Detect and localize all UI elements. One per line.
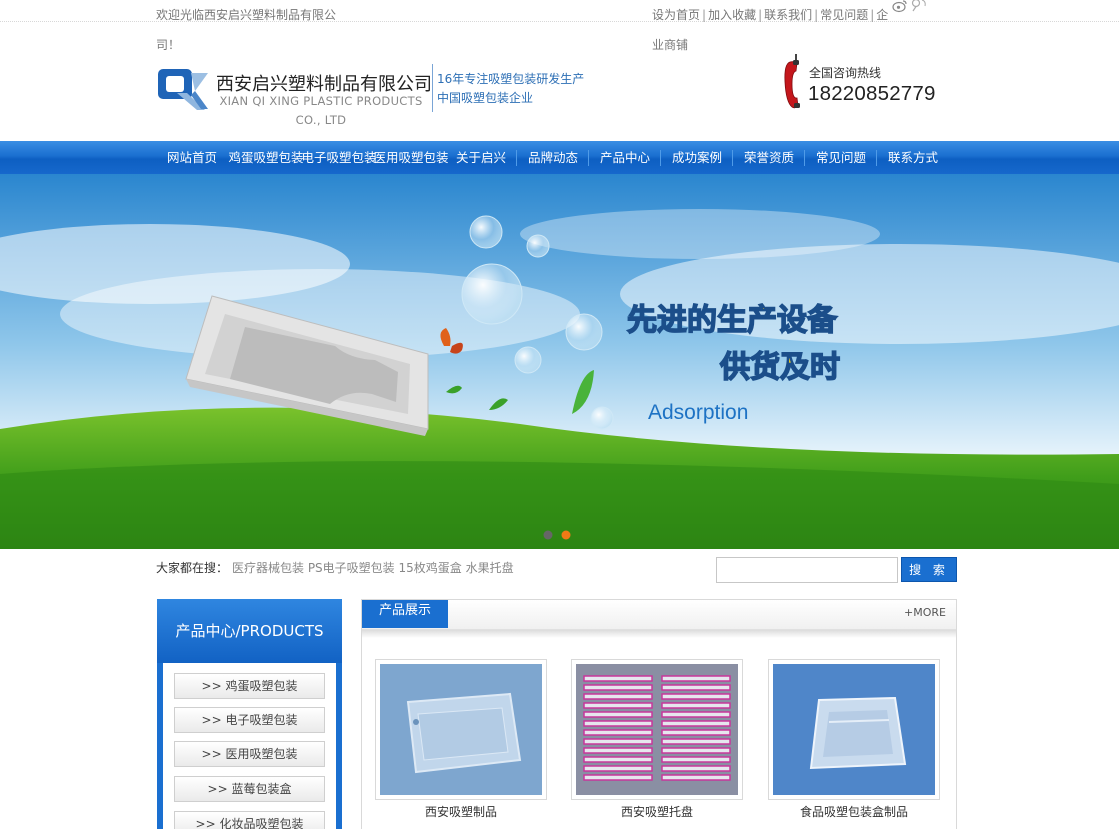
banner-headline-2: 供货及时	[719, 350, 840, 385]
nav-egg-packaging[interactable]: 鸡蛋吸塑包装	[228, 141, 304, 174]
main-nav: 网站首页 鸡蛋吸塑包装 电子吸塑包装 医用吸塑包装 关于启兴 品牌动态 产品中心…	[0, 141, 1119, 174]
sidebar-item-blueberry[interactable]: >> 蓝莓包装盒	[174, 776, 325, 802]
hotline-label: 全国咨询热线	[809, 66, 882, 80]
search-button[interactable]: 搜 索	[901, 557, 957, 582]
product-image	[576, 664, 738, 795]
hotline-number: 18220852779	[808, 82, 936, 105]
product-image	[380, 664, 542, 795]
more-link[interactable]: +MORE	[904, 606, 946, 619]
showcase-header: 产品展示 +MORE	[362, 600, 956, 630]
company-name-en: XIAN QI XING PLASTIC PRODUCTS CO., LTD	[219, 94, 423, 127]
nav-faq[interactable]: 常见问题	[815, 141, 867, 174]
banner-headline-1: 先进的生产设备	[627, 303, 838, 338]
search-row: 大家都在搜： 医疗器械包装 PS电子吸塑包装 15枚鸡蛋盒 水果托盘 搜 索	[156, 552, 957, 583]
nav-electronic-packaging[interactable]: 电子吸塑包装	[301, 141, 377, 174]
header-shadow	[362, 630, 956, 638]
hot-search-label: 大家都在搜：	[156, 561, 229, 575]
nav-separator	[588, 150, 589, 166]
sidebar-item-electronic[interactable]: >> 电子吸塑包装	[174, 707, 325, 733]
header-divider	[432, 64, 433, 112]
top-links: 设为首页 | 加入收藏 | 联系我们 | 常见问题 | 企业商铺	[652, 8, 889, 52]
product-name[interactable]: 西安吸塑托盘	[571, 803, 743, 820]
product-card[interactable]	[768, 659, 940, 800]
banner-tagline: Adsorption	[648, 401, 748, 424]
product-card[interactable]	[571, 659, 743, 800]
slide-dot-2[interactable]	[561, 530, 571, 540]
contact-us-link[interactable]: 联系我们	[764, 8, 812, 22]
slide-dot-1[interactable]	[543, 530, 553, 540]
nav-cases[interactable]: 成功案例	[671, 141, 723, 174]
sidebar-item-cosmetics[interactable]: >> 化妆品吸塑包装	[174, 811, 325, 829]
nav-brand-news[interactable]: 品牌动态	[527, 141, 579, 174]
slogan-line-1: 16年专注吸塑包装研发生产	[437, 72, 585, 86]
welcome-text: 欢迎光临西安启兴塑料制品有限公司！	[156, 8, 337, 52]
product-name[interactable]: 食品吸塑包装盒制品	[768, 803, 940, 820]
product-sidebar: 产品中心/PRODUCTS >> 鸡蛋吸塑包装 >> 电子吸塑包装 >> 医用吸…	[157, 599, 342, 829]
faq-link[interactable]: 常见问题	[820, 8, 868, 22]
sidebar-title: 产品中心/PRODUCTS	[157, 599, 342, 663]
company-logo[interactable]	[157, 67, 209, 111]
nav-separator	[660, 150, 661, 166]
slogan-line-2: 中国吸塑包装企业	[437, 91, 534, 105]
nav-honors[interactable]: 荣誉资质	[743, 141, 795, 174]
social-icons	[892, 0, 932, 14]
set-homepage-link[interactable]: 设为首页	[652, 8, 700, 22]
nav-home[interactable]: 网站首页	[166, 141, 218, 174]
sidebar-list: >> 鸡蛋吸塑包装 >> 电子吸塑包装 >> 医用吸塑包装 >> 蓝莓包装盒 >…	[163, 663, 336, 829]
nav-separator	[876, 150, 877, 166]
product-card[interactable]	[375, 659, 547, 800]
add-favorite-link[interactable]: 加入收藏	[708, 8, 756, 22]
sidebar-item-medical[interactable]: >> 医用吸塑包装	[174, 741, 325, 767]
product-image	[773, 664, 935, 795]
hot-search-keywords[interactable]: 医疗器械包装 PS电子吸塑包装 15枚鸡蛋盒 水果托盘	[232, 559, 514, 576]
nav-products[interactable]: 产品中心	[599, 141, 651, 174]
product-name[interactable]: 西安吸塑制品	[375, 803, 547, 820]
nav-separator	[804, 150, 805, 166]
nav-medical-packaging[interactable]: 医用吸塑包装	[373, 141, 449, 174]
nav-about[interactable]: 关于启兴	[455, 141, 507, 174]
tencent-weibo-icon[interactable]	[910, 0, 928, 12]
weibo-icon[interactable]	[892, 0, 908, 13]
nav-separator	[516, 150, 517, 166]
product-showcase: 产品展示 +MORE 西安吸塑制品 西安吸塑托盘 食品吸塑包装盒制品	[361, 599, 957, 829]
banner-image: 先进的生产设备 供货及时 Adsorption	[0, 174, 1119, 549]
showcase-tab[interactable]: 产品展示	[362, 600, 448, 628]
search-input[interactable]	[716, 557, 898, 583]
telephone-icon	[784, 54, 800, 109]
sidebar-item-egg[interactable]: >> 鸡蛋吸塑包装	[174, 673, 325, 699]
slogan: 16年专注吸塑包装研发生产 中国吸塑包装企业	[437, 70, 584, 108]
nav-contact[interactable]: 联系方式	[887, 141, 939, 174]
nav-separator	[732, 150, 733, 166]
hero-banner[interactable]: 先进的生产设备 供货及时 Adsorption	[0, 174, 1119, 549]
